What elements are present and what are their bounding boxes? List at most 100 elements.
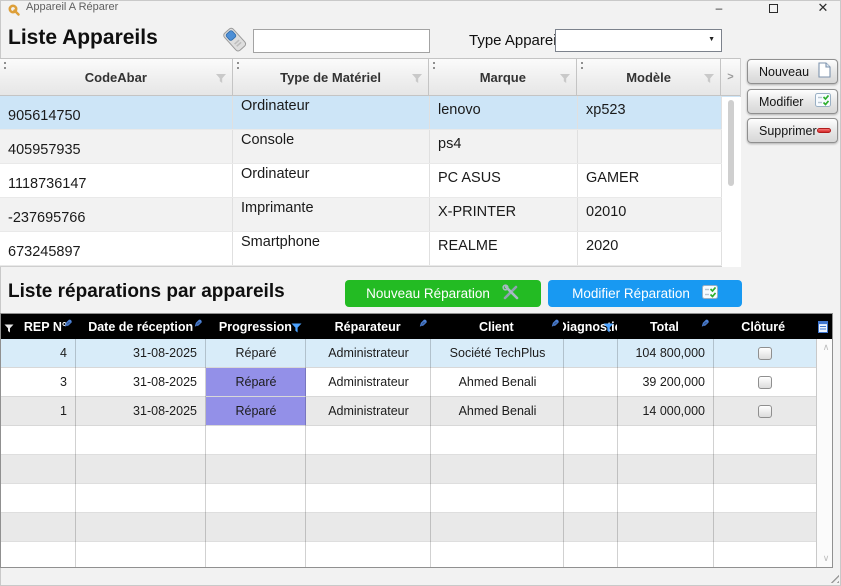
type-appareil-combobox[interactable]: ▼: [555, 29, 722, 52]
cell-rep-n: 4: [1, 339, 76, 367]
column-label: Client: [479, 320, 514, 334]
reparation-row[interactable]: 3 31-08-2025 Réparé Administrateur Ahmed…: [1, 368, 832, 397]
column-label: Progression: [219, 320, 292, 334]
scrollbar-thumb[interactable]: [728, 100, 734, 186]
column-header-client[interactable]: Client ✎: [430, 314, 563, 339]
cell-codeabar: 673245897: [0, 232, 233, 265]
active-filter-funnel-icon[interactable]: [603, 322, 614, 336]
empty-grid-row: [1, 455, 832, 484]
title-bar: Appareil A Réparer – ✕: [0, 0, 841, 16]
column-label: Date de réception: [88, 320, 193, 334]
appareils-grid-scrollbar[interactable]: [722, 97, 741, 267]
column-header-diagnostic[interactable]: Diagnostic: [563, 314, 617, 339]
cell-marque: lenovo: [430, 96, 578, 129]
maximize-icon: [769, 4, 778, 13]
column-separator: [713, 339, 714, 567]
reparation-row-selected[interactable]: 4 31-08-2025 Réparé Administrateur Socié…: [1, 339, 832, 368]
cell-codeabar: 905614750: [0, 96, 233, 129]
appareil-row[interactable]: 1118736147 Ordinateur PC ASUS GAMER: [0, 164, 740, 198]
cell-modele: [578, 130, 722, 163]
column-header-total[interactable]: Total ✎: [617, 314, 713, 339]
cell-diagnostic: [564, 368, 618, 396]
column-header-rep-n[interactable]: REP N° ✎: [1, 314, 76, 339]
edit-wand-icon[interactable]: ✎: [701, 319, 709, 330]
edit-wand-icon[interactable]: ✎: [194, 319, 202, 330]
close-button[interactable]: ✕: [812, 0, 834, 18]
drag-handle-icon[interactable]: [433, 62, 435, 69]
drag-handle-icon[interactable]: [4, 62, 6, 69]
next-column-indicator[interactable]: >: [721, 59, 740, 95]
edit-wand-icon[interactable]: ✎: [64, 319, 72, 330]
cell-type: Smartphone: [233, 232, 430, 265]
appareil-row-selected[interactable]: 905614750 Ordinateur lenovo xp523: [0, 96, 740, 130]
column-chooser-button[interactable]: [814, 314, 832, 339]
nouveau-button[interactable]: Nouveau: [747, 59, 838, 84]
cell-type: Imprimante: [233, 198, 430, 231]
cell-codeabar: 1118736147: [0, 164, 233, 197]
reparations-grid-scrollbar[interactable]: ∧ ∨: [816, 339, 833, 567]
modifier-button[interactable]: Modifier: [747, 89, 838, 114]
column-separator: [75, 339, 76, 567]
edit-wand-icon[interactable]: ✎: [419, 319, 427, 330]
grid-filter-icon[interactable]: [4, 322, 14, 336]
nouveau-reparation-button[interactable]: Nouveau Réparation: [345, 280, 541, 307]
cell-marque: REALME: [430, 232, 578, 265]
cell-progression: Réparé: [206, 339, 306, 367]
column-header-reparateur[interactable]: Réparateur ✎: [305, 314, 430, 339]
appareil-row[interactable]: 405957935 Console ps4: [0, 130, 740, 164]
column-separator: [563, 339, 564, 567]
cell-cloture: [714, 339, 816, 367]
edit-wand-icon[interactable]: ✎: [551, 319, 559, 330]
filter-funnel-icon[interactable]: [215, 72, 227, 87]
filter-funnel-icon[interactable]: [559, 72, 571, 87]
minimize-button[interactable]: –: [708, 0, 730, 18]
column-separator: [205, 339, 206, 567]
column-header-modele[interactable]: Modèle: [577, 59, 721, 95]
cell-reparateur: Administrateur: [306, 339, 431, 367]
column-label: CodeAbar: [85, 70, 147, 85]
active-filter-funnel-icon[interactable]: [291, 322, 302, 336]
cell-diagnostic: [564, 397, 618, 425]
barcode-search-input[interactable]: [253, 29, 430, 53]
drag-handle-icon[interactable]: [581, 62, 583, 69]
maximize-button[interactable]: [762, 0, 784, 18]
modifier-reparation-button[interactable]: Modifier Réparation: [548, 280, 742, 307]
cell-reparateur: Administrateur: [306, 397, 431, 425]
empty-grid-row: [1, 484, 832, 513]
cloture-checkbox[interactable]: [758, 376, 772, 389]
column-header-type[interactable]: Type de Matériel: [233, 59, 430, 95]
reparations-grid: REP N° ✎ Date de réception ✎ Progression…: [0, 313, 833, 568]
button-label: Supprimer: [759, 124, 817, 138]
appareil-row[interactable]: -237695766 Imprimante X-PRINTER 02010: [0, 198, 740, 232]
cell-client: Ahmed Benali: [431, 368, 564, 396]
cell-modele: GAMER: [578, 164, 722, 197]
supprimer-button[interactable]: Supprimer: [747, 118, 838, 143]
column-separator: [617, 339, 618, 567]
appareils-heading: Liste Appareils: [8, 26, 158, 50]
cloture-checkbox[interactable]: [758, 347, 772, 360]
scroll-up-icon[interactable]: ∧: [817, 342, 833, 353]
column-header-codeabar[interactable]: CodeAbar: [0, 59, 233, 95]
column-header-cloture[interactable]: Clôturé: [712, 314, 814, 339]
window-resize-grip[interactable]: [828, 572, 839, 583]
column-header-marque[interactable]: Marque: [429, 59, 577, 95]
cell-total: 39 200,000: [618, 368, 714, 396]
drag-handle-icon[interactable]: [237, 62, 239, 69]
cloture-checkbox[interactable]: [758, 405, 772, 418]
cell-modele: xp523: [578, 96, 722, 129]
column-header-date[interactable]: Date de réception ✎: [76, 314, 206, 339]
appareil-row[interactable]: 673245897 Smartphone REALME 2020: [0, 232, 740, 266]
filter-funnel-icon[interactable]: [411, 72, 423, 87]
column-header-progression[interactable]: Progression: [206, 314, 306, 339]
delete-minus-icon: [817, 128, 831, 133]
cell-progression: Réparé: [206, 397, 306, 425]
scroll-down-icon[interactable]: ∨: [817, 553, 833, 564]
cell-codeabar: -237695766: [0, 198, 233, 231]
button-label: Modifier: [759, 95, 803, 109]
reparations-grid-body: 4 31-08-2025 Réparé Administrateur Socié…: [1, 339, 832, 567]
column-label: Réparateur: [335, 320, 401, 334]
filter-funnel-icon[interactable]: [703, 72, 715, 87]
reparation-row[interactable]: 1 31-08-2025 Réparé Administrateur Ahmed…: [1, 397, 832, 426]
cell-modele: 2020: [578, 232, 722, 265]
dropdown-arrow-icon[interactable]: ▼: [708, 36, 715, 43]
